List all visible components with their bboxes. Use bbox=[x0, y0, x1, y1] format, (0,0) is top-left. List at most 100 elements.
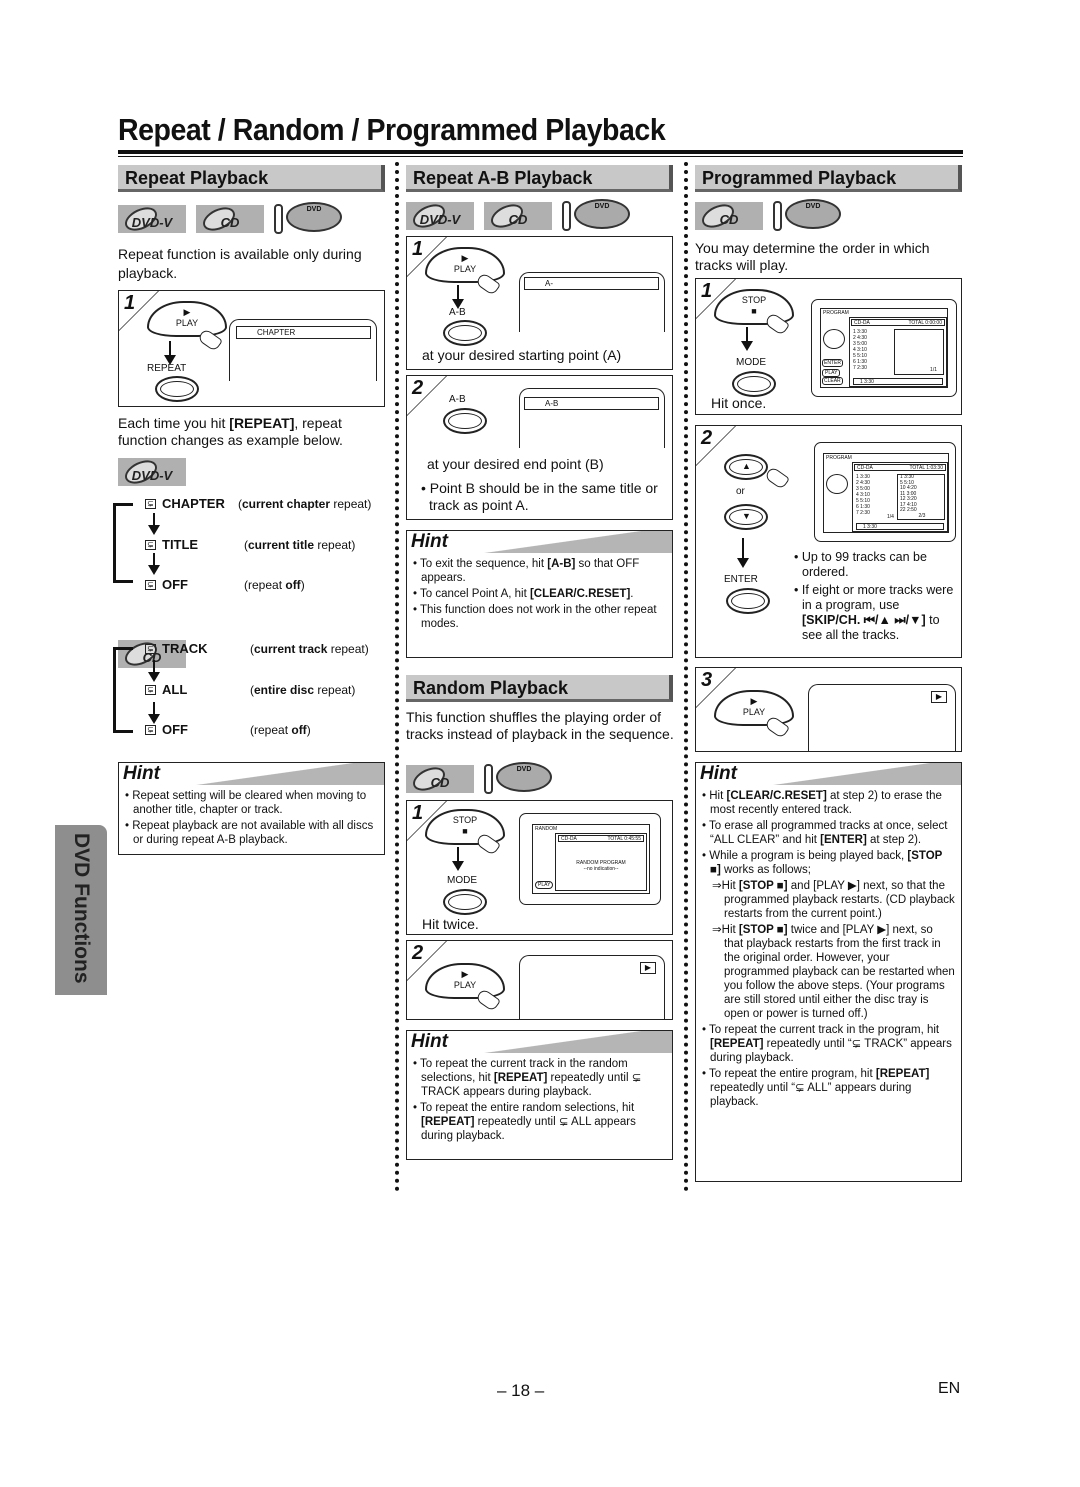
arrow-down-icon bbox=[148, 513, 160, 535]
cycle-item-all: ⊊ ALL (entire disc repeat) bbox=[145, 682, 355, 697]
tv-screen-program: PROGRAM CD-DA TOTAL 0:00:00 1 3:30 2 4:3… bbox=[811, 299, 957, 397]
cycle-return-line bbox=[113, 504, 116, 582]
random-intro: This function shuffles the playing order… bbox=[406, 709, 674, 742]
repeat-icon: ⊊ bbox=[145, 539, 156, 550]
step-note: • Point B should be in the same title or… bbox=[421, 480, 658, 513]
osd-ab: A- bbox=[524, 277, 659, 290]
title-rule-thin bbox=[118, 156, 963, 157]
step-number: 2 bbox=[412, 377, 424, 399]
random-step-1: 1 STOP ■ MODE Hit twice. RANDOM CD-DA TOT… bbox=[367, 800, 673, 935]
hint-subitem: Hit [STOP ■] and [PLAY ▶] next, so that … bbox=[702, 879, 955, 921]
ab-button[interactable] bbox=[443, 408, 487, 434]
tv-screen: ▶ bbox=[808, 684, 956, 751]
step-number: 1 bbox=[412, 802, 424, 824]
remote-control-icon: DVD bbox=[484, 762, 554, 796]
random-step-2: 2 ▶ PLAY ▶ bbox=[367, 940, 673, 1020]
down-button[interactable]: ▼ bbox=[724, 504, 768, 530]
cycle-return-line bbox=[113, 648, 116, 732]
up-button[interactable]: ▲ bbox=[724, 454, 768, 480]
repeat-icon: ⊊ bbox=[145, 724, 156, 735]
step-note: • If eight or more tracks were in a prog… bbox=[794, 583, 954, 642]
remote-control-icon: DVD bbox=[773, 199, 843, 233]
step-caption: at your desired end point (B) bbox=[427, 456, 604, 472]
osd-disc: CD-DA bbox=[857, 465, 873, 471]
program-step-2: 2 ▲ or ▼ ENTER PROGRAM CD-DA TOTAL 1:03:… bbox=[656, 425, 962, 658]
mode-button-label: MODE bbox=[736, 357, 766, 368]
dpad-icon bbox=[826, 474, 848, 494]
osd-ab: A-B bbox=[524, 397, 659, 410]
mode-button[interactable] bbox=[732, 371, 776, 397]
hint-title: Hint bbox=[411, 531, 448, 552]
osd-total: TOTAL 1:03:30 bbox=[909, 465, 943, 471]
hint-subitem: Hit [STOP ■] twice and [PLAY ▶] next, so… bbox=[702, 923, 955, 1021]
or-label: or bbox=[736, 486, 745, 497]
hint-item: Repeat setting will be cleared when movi… bbox=[125, 789, 378, 817]
play-indicator-icon: ▶ bbox=[640, 962, 656, 974]
language-code: EN bbox=[938, 1380, 961, 1397]
enter-button[interactable] bbox=[726, 588, 770, 614]
ab-step-2: 2 A-B A-B at your desired end point (B) … bbox=[367, 375, 673, 520]
cycle-item-off: ⊊ OFF (repeat off) bbox=[145, 722, 311, 737]
ab-step-1: 1 ▶ PLAY A-B A- at your desired starting … bbox=[367, 236, 673, 370]
track-list: 1 3:30 2 4:30 3 5:00 4 3:10 5 5:10 6 1:3… bbox=[853, 329, 889, 371]
ab-button[interactable] bbox=[443, 320, 487, 346]
repeat-cycle-intro: Each time you hit [REPEAT], repeat funct… bbox=[118, 415, 343, 448]
osd-disc: CD-DA bbox=[854, 320, 870, 326]
play-button[interactable]: ▶ PLAY bbox=[425, 963, 505, 999]
play-indicator-icon: ▶ bbox=[931, 691, 947, 703]
hint-item: To repeat the entire program, hit [REPEA… bbox=[702, 1067, 955, 1109]
step-caption: Hit once. bbox=[711, 395, 767, 411]
repeat-button[interactable] bbox=[155, 376, 199, 402]
repeat-step-1: 1 ▶ PLAY REPEAT CHAPTER bbox=[79, 290, 385, 407]
repeat-intro: Repeat function is available only during… bbox=[118, 246, 362, 281]
mode-button-label: MODE bbox=[447, 875, 477, 886]
osd-random: RANDOM CD-DA TOTAL 0:45:55 RANDOM PROGRA… bbox=[532, 824, 650, 894]
play-button[interactable]: ▶ PLAY bbox=[425, 247, 505, 283]
remote-control-icon: DVD bbox=[562, 199, 632, 233]
play-button[interactable]: ▶ PLAY bbox=[147, 301, 227, 337]
section-heading-random: Random Playback bbox=[406, 675, 673, 702]
osd-disc: CD-DA bbox=[561, 836, 577, 842]
step-number: 2 bbox=[701, 427, 713, 449]
osd-title: PROGRAM bbox=[823, 310, 849, 316]
repeat-icon: ⊊ bbox=[145, 579, 156, 590]
hint-item: To erase all programmed tracks at once, … bbox=[702, 819, 955, 847]
track-item: 7 2:30 bbox=[853, 365, 867, 371]
dvd-video-disc-icon: DVD-V bbox=[118, 458, 186, 486]
step-caption: at your desired starting point (A) bbox=[422, 347, 622, 363]
tv-screen-program: PROGRAM CD-DA TOTAL 1:03:30 1 3:30 2 4:3… bbox=[814, 442, 956, 542]
hint-item: To repeat the current track in the progr… bbox=[702, 1023, 955, 1065]
dvd-video-disc-icon: DVD-V bbox=[118, 205, 186, 233]
hint-item: Repeat playback are not available with a… bbox=[125, 819, 378, 847]
play-button[interactable]: ▶ PLAY bbox=[714, 690, 794, 726]
osd-total: TOTAL 0:00:00 bbox=[908, 320, 942, 326]
tv-screen: A- bbox=[519, 272, 665, 332]
arrow-down-icon bbox=[741, 327, 753, 351]
repeat-icon: ⊊ bbox=[145, 498, 156, 509]
arrow-down-icon bbox=[148, 660, 160, 682]
page-number: – 18 – bbox=[497, 1381, 545, 1400]
osd-clear-button: CLEAR bbox=[822, 377, 843, 385]
ab-button-label: A-B bbox=[449, 307, 466, 318]
column-divider bbox=[395, 162, 399, 1192]
hand-icon bbox=[763, 465, 791, 491]
program-intro: You may determine the order in which tra… bbox=[695, 240, 930, 273]
osd-title: PROGRAM bbox=[826, 455, 852, 461]
track-list: 1 3:30 2 4:30 3 5:00 4 3:10 5 5:10 6 1:3… bbox=[856, 474, 892, 516]
tv-screen: ▶ bbox=[519, 955, 665, 1019]
side-tab: DVD Functions bbox=[55, 825, 107, 995]
page-title: Repeat / Random / Programmed Playback bbox=[118, 112, 666, 147]
mode-button[interactable] bbox=[443, 889, 487, 915]
cycle-return-line bbox=[113, 647, 133, 650]
tv-screen: A-B bbox=[519, 388, 665, 448]
cycle-return-line bbox=[113, 580, 133, 583]
side-tab-label: DVD Functions bbox=[70, 833, 93, 984]
hint-item: This function does not work in the other… bbox=[413, 603, 666, 631]
osd-chapter: CHAPTER bbox=[236, 326, 371, 339]
disc-compatibility: DVD-V CD DVD bbox=[406, 199, 632, 233]
disc-compatibility: CD DVD bbox=[406, 762, 554, 796]
step-notes: • Up to 99 tracks can be ordered. • If e… bbox=[794, 550, 959, 643]
page-indicator: 2/3 bbox=[918, 512, 926, 519]
programmed-list: 1 3:30 5 5:10 10 4:20 11 3:00 12 3:20 17… bbox=[897, 474, 945, 520]
hint-item: To cancel Point A, hit [CLEAR/C.RESET]. bbox=[413, 587, 666, 601]
